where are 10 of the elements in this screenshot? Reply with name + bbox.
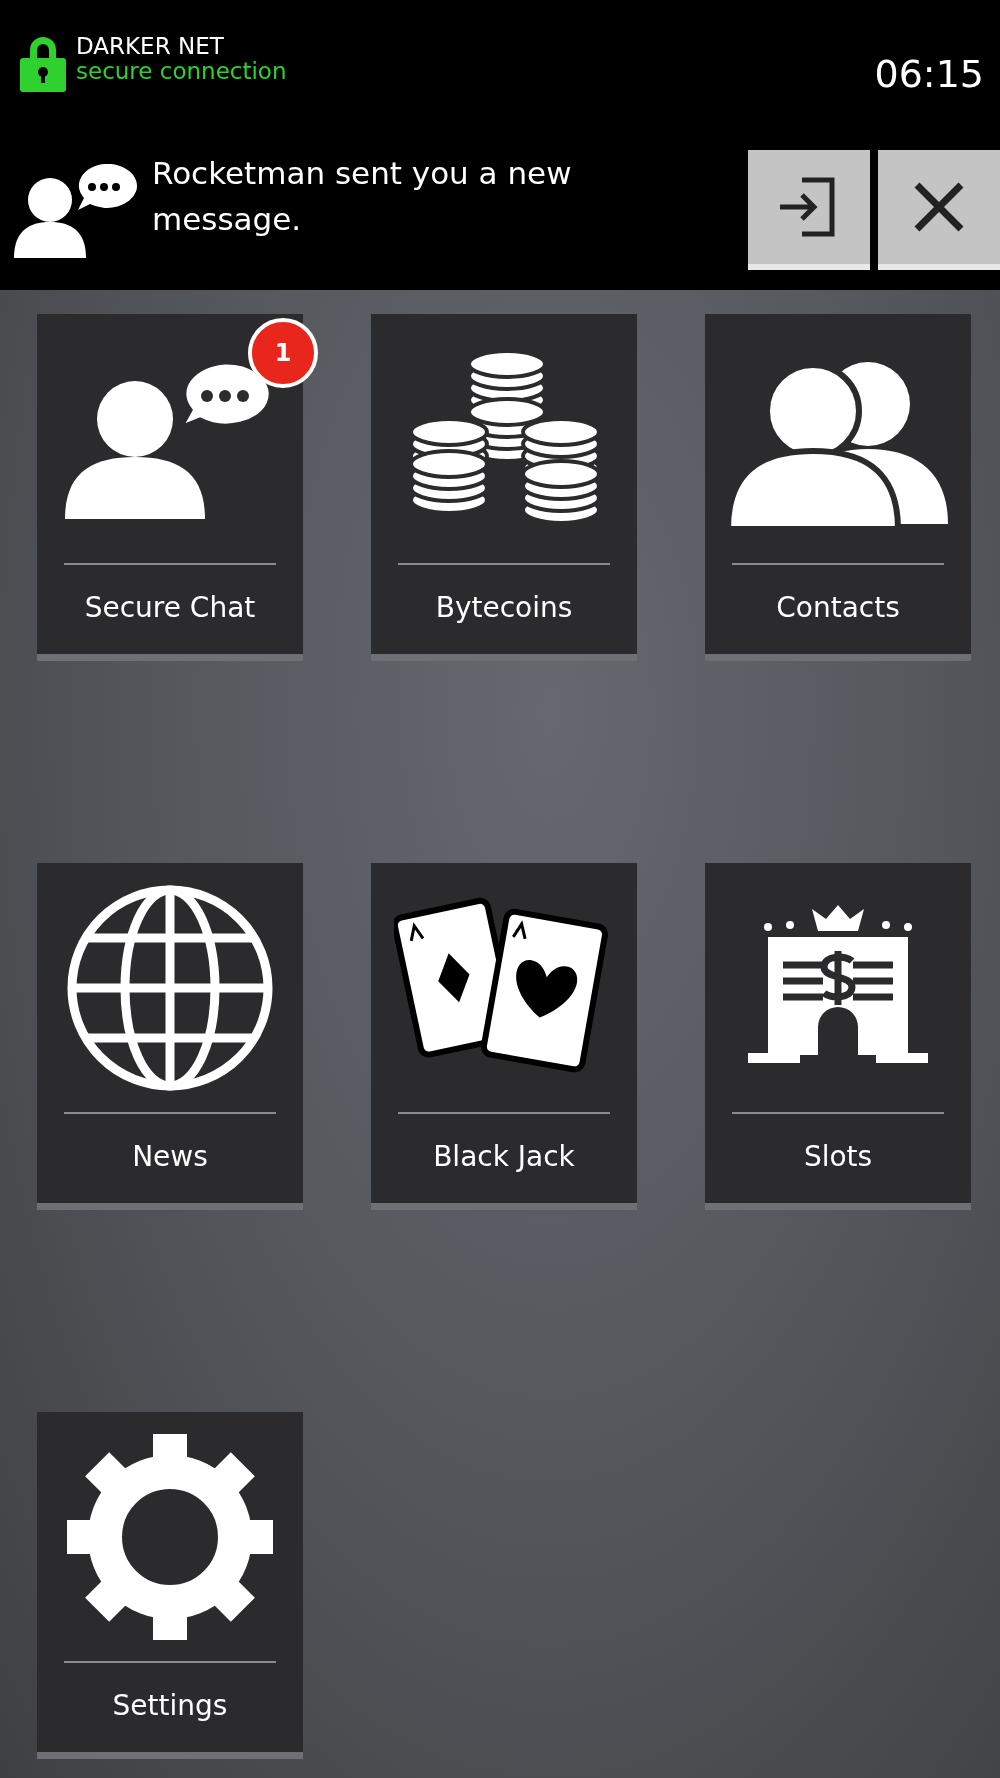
app-tile[interactable]: Slots: [705, 863, 971, 1210]
app-tile[interactable]: Settings: [37, 1412, 303, 1759]
app-tile[interactable]: Bytecoins: [371, 314, 637, 661]
app-name: DARKER NET: [76, 34, 225, 59]
connection-status: secure connection: [76, 59, 287, 84]
notification-message: Rocketman sent you a new message.: [152, 154, 573, 239]
app-tile[interactable]: Black Jack: [371, 863, 637, 1210]
app-tile[interactable]: Contacts: [705, 314, 971, 661]
app-tile[interactable]: News: [37, 863, 303, 1210]
clock: 06:15: [874, 51, 984, 98]
